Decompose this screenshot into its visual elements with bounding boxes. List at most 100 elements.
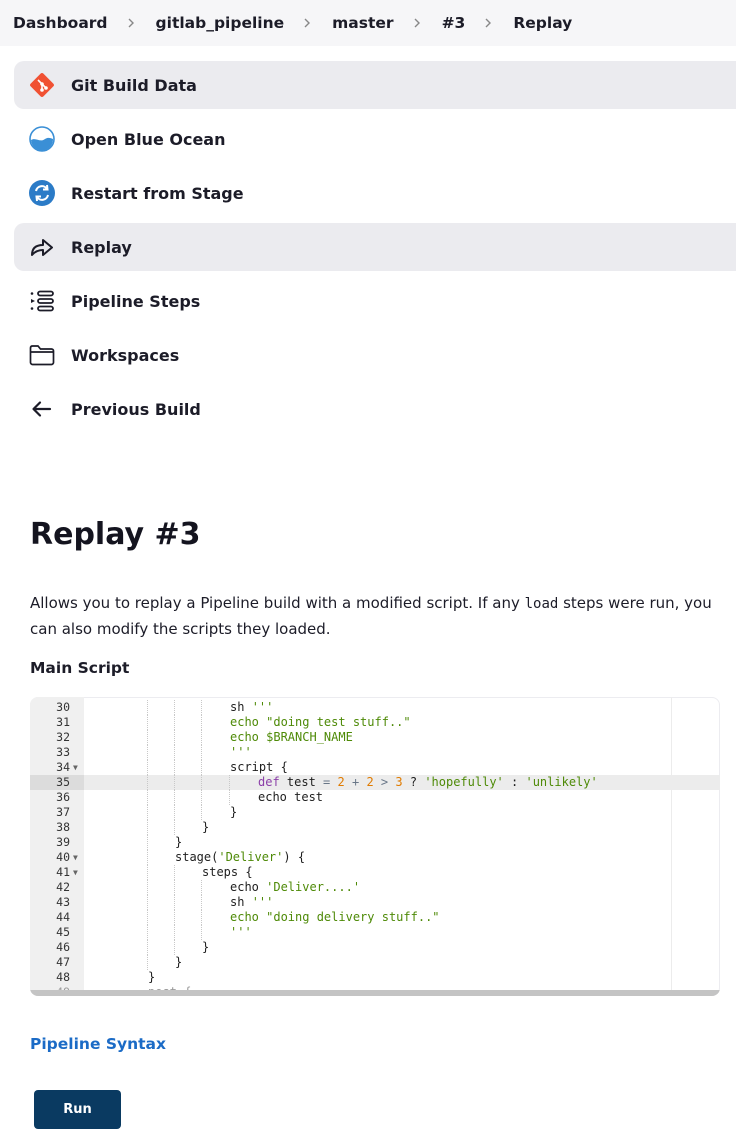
task-replay[interactable]: Replay: [14, 223, 736, 271]
code-line[interactable]: 39}: [30, 835, 720, 850]
indent-guide: [229, 790, 230, 805]
line-number: 32: [56, 730, 70, 744]
pipeline-syntax-link[interactable]: Pipeline Syntax: [30, 1035, 166, 1053]
line-number: 41: [56, 865, 70, 879]
code-line[interactable]: 36 echo test: [30, 790, 720, 805]
task-label: Git Build Data: [71, 75, 197, 95]
code-line[interactable]: 38}: [30, 820, 720, 835]
code-text: sh ''': [230, 700, 274, 714]
indent-guide: [201, 700, 202, 715]
indent-guide: [174, 895, 175, 910]
task-label: Open Blue Ocean: [71, 129, 226, 149]
code-line[interactable]: 30 sh ''': [30, 700, 720, 715]
indent-guide: [201, 730, 202, 745]
code-text: def test = 2 + 2 > 3 ? 'hopefully' : 'un…: [258, 775, 598, 789]
indent-guide: [174, 790, 175, 805]
indent-guide: [147, 805, 148, 820]
task-git-build-data[interactable]: Git Build Data: [14, 61, 736, 109]
chevron-right-icon: [483, 18, 493, 28]
task-restart-from-stage[interactable]: Restart from Stage: [14, 169, 736, 217]
breadcrumb-replay[interactable]: Replay: [513, 14, 572, 32]
code-line[interactable]: 46}: [30, 940, 720, 955]
code-text: echo 'Deliver....': [230, 880, 361, 894]
code-line[interactable]: 37}: [30, 805, 720, 820]
line-number: 38: [56, 820, 70, 834]
arrow-left-icon: [28, 395, 56, 423]
code-text: echo "doing test stuff..": [230, 715, 411, 729]
code-line[interactable]: 35 def test = 2 + 2 > 3 ? 'hopefully' : '…: [30, 775, 720, 790]
code-line[interactable]: 33 ''': [30, 745, 720, 760]
code-text: echo test: [258, 790, 324, 804]
indent-guide: [147, 895, 148, 910]
task-label: Restart from Stage: [71, 183, 244, 203]
breadcrumb-dashboard[interactable]: Dashboard: [13, 14, 108, 32]
indent-guide: [174, 820, 175, 835]
code-text: echo "doing delivery stuff..": [230, 910, 440, 924]
indent-guide: [229, 775, 230, 790]
indent-guide: [147, 760, 148, 775]
fold-toggle-icon[interactable]: ▼: [73, 850, 78, 865]
code-line[interactable]: 41 ▼ steps {: [30, 865, 720, 880]
indent-guide: [147, 880, 148, 895]
indent-guide: [174, 760, 175, 775]
indent-guide: [174, 865, 175, 880]
indent-guide: [174, 730, 175, 745]
code-line[interactable]: 44 echo "doing delivery stuff..": [30, 910, 720, 925]
horizontal-scrollbar[interactable]: [30, 990, 720, 996]
code-line[interactable]: 48}: [30, 970, 720, 985]
line-number: 35: [56, 775, 70, 789]
fold-toggle-icon[interactable]: ▼: [73, 865, 78, 880]
line-number: 33: [56, 745, 70, 759]
code-line[interactable]: 47}: [30, 955, 720, 970]
indent-guide: [147, 925, 148, 940]
code-line[interactable]: 32 echo $BRANCH_NAME: [30, 730, 720, 745]
task-label: Workspaces: [71, 345, 180, 365]
side-tasks: Git Build Data Open Blue Ocean Restart f…: [14, 61, 736, 439]
code-line[interactable]: 45 ''': [30, 925, 720, 940]
code-line[interactable]: 31 echo "doing test stuff..": [30, 715, 720, 730]
indent-guide: [147, 775, 148, 790]
code-line[interactable]: 42 echo 'Deliver....': [30, 880, 720, 895]
blue-ocean-icon: [28, 125, 56, 153]
indent-guide: [147, 715, 148, 730]
code-text: }: [148, 970, 156, 984]
line-number: 40: [56, 850, 70, 864]
breadcrumb-job[interactable]: gitlab_pipeline: [156, 14, 285, 32]
line-number: 34: [56, 760, 70, 774]
indent-guide: [201, 910, 202, 925]
task-label: Previous Build: [71, 399, 201, 419]
code-text: echo $BRANCH_NAME: [230, 730, 353, 744]
code-text: sh ''': [230, 895, 274, 909]
indent-guide: [147, 940, 148, 955]
line-number: 30: [56, 700, 70, 714]
description-text: Allows you to replay a Pipeline build wi…: [30, 594, 525, 612]
run-button[interactable]: Run: [34, 1090, 121, 1129]
chevron-right-icon: [412, 18, 422, 28]
breadcrumb-build[interactable]: #3: [442, 14, 466, 32]
code-lines[interactable]: 30 sh ''' 31 echo "doing test stuff.." 32 ech…: [30, 700, 720, 996]
breadcrumb-branch[interactable]: master: [332, 14, 393, 32]
main-script-editor[interactable]: 30 sh ''' 31 echo "doing test stuff.." 32 ech…: [30, 697, 720, 996]
code-line[interactable]: 40 ▼ stage('Deliver') {: [30, 850, 720, 865]
task-label: Replay: [71, 237, 132, 257]
code-line[interactable]: 34 ▼ script {: [30, 760, 720, 775]
indent-guide: [201, 790, 202, 805]
line-number: 42: [56, 880, 70, 894]
task-previous-build[interactable]: Previous Build: [14, 385, 736, 433]
indent-guide: [174, 745, 175, 760]
indent-guide: [201, 760, 202, 775]
task-workspaces[interactable]: Workspaces: [14, 331, 736, 379]
indent-guide: [201, 805, 202, 820]
code-line[interactable]: 43 sh ''': [30, 895, 720, 910]
code-text: script {: [230, 760, 288, 774]
task-pipeline-steps[interactable]: Pipeline Steps: [14, 277, 736, 325]
task-open-blue-ocean[interactable]: Open Blue Ocean: [14, 115, 736, 163]
indent-guide: [147, 820, 148, 835]
fold-toggle-icon[interactable]: ▼: [73, 760, 78, 775]
chevron-right-icon: [302, 18, 312, 28]
pipeline-steps-icon: [28, 287, 56, 315]
page-title: Replay #3: [30, 517, 201, 552]
line-number: 46: [56, 940, 70, 954]
line-number: 36: [56, 790, 70, 804]
code-text: ''': [230, 745, 252, 759]
